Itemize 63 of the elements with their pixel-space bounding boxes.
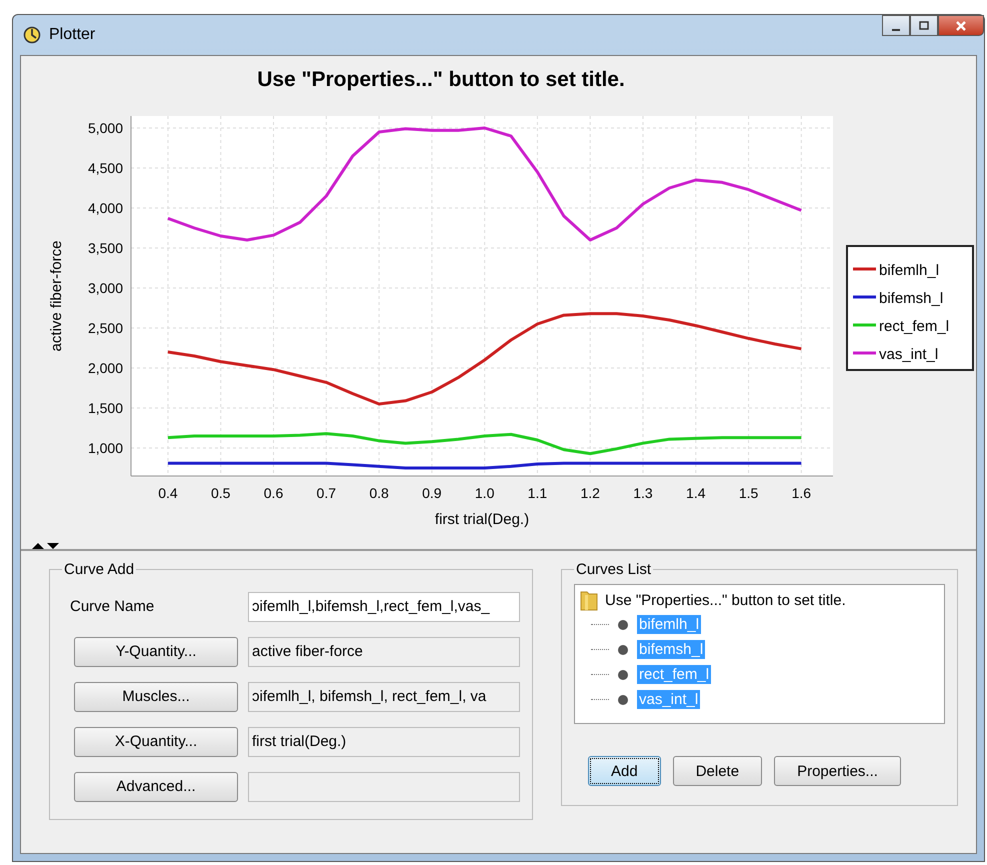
bullet-icon — [617, 644, 629, 656]
y-tick-label: 5,000 — [88, 120, 123, 136]
maximize-icon — [918, 20, 930, 30]
x-tick-label: 0.9 — [422, 485, 442, 501]
group-title: Curve Add — [63, 561, 136, 578]
x-tick-label: 0.7 — [316, 485, 336, 501]
window-title: Plotter — [49, 26, 96, 44]
value-field[interactable]: first trial(Deg.) — [248, 726, 520, 756]
y-tick-label: 4,000 — [88, 200, 123, 216]
curve-name-field[interactable]: ɔifemlh_l,bifemsh_l,rect_fem_l,vas_ — [248, 592, 520, 622]
legend-label: bifemlh_l — [879, 262, 940, 279]
close-icon — [954, 20, 968, 32]
x-tick-label: 0.5 — [211, 485, 230, 501]
x-axis-label: first trial(Deg.) — [434, 511, 530, 528]
folder-icon — [579, 589, 599, 611]
legend-swatch — [853, 296, 876, 298]
x-tick-label: 1.1 — [528, 485, 548, 501]
action-button[interactable]: Add — [588, 756, 661, 786]
value-field[interactable]: active fiber-force — [248, 636, 520, 666]
group-title: Curves List — [575, 561, 652, 578]
legend-swatch — [853, 268, 876, 270]
x-tick-label: 1.4 — [686, 485, 706, 501]
y-tick-label: 3,000 — [88, 280, 123, 296]
x-tick-label: 1.5 — [738, 485, 758, 501]
x-tick-label: 0.6 — [264, 485, 284, 501]
y-tick-label: 1,500 — [88, 400, 123, 416]
tree-root-label[interactable]: Use "Properties..." button to set title. — [605, 592, 846, 608]
y-tick-label: 2,500 — [88, 320, 123, 336]
bullet-icon — [617, 694, 629, 706]
minimize-button[interactable] — [882, 15, 910, 36]
y-tick-label: 4,500 — [88, 160, 123, 176]
legend-label: rect_fem_l — [879, 318, 950, 335]
action-button[interactable]: Delete — [672, 756, 762, 786]
x-tick-label: 0.4 — [158, 485, 178, 501]
quantity-button[interactable]: Y-Quantity... — [74, 636, 238, 666]
field-label: Curve Name — [69, 598, 156, 615]
x-tick-label: 0.8 — [369, 485, 389, 501]
quantity-button[interactable]: Muscles... — [74, 682, 238, 712]
bullet-icon — [617, 618, 629, 630]
y-tick-label: 2,000 — [88, 360, 123, 376]
legend-label: vas_int_l — [879, 346, 938, 363]
maximize-button[interactable] — [910, 15, 938, 36]
legend-swatch — [853, 352, 876, 354]
app-icon — [23, 26, 41, 44]
bullet-icon — [617, 668, 629, 680]
x-tick-label: 1.2 — [580, 485, 600, 501]
chart-title: Use "Properties..." button to set title. — [257, 68, 625, 91]
x-tick-label: 1.3 — [633, 485, 653, 501]
split-arrows-icon[interactable] — [31, 541, 61, 549]
legend-label: bifemsh_l — [879, 290, 944, 307]
minimize-icon — [892, 28, 900, 30]
action-button[interactable]: Properties... — [774, 756, 901, 786]
y-tick-label: 1,000 — [88, 440, 123, 456]
x-tick-label: 1.6 — [792, 485, 812, 501]
y-tick-label: 3,500 — [88, 240, 123, 256]
value-field[interactable] — [248, 772, 520, 802]
quantity-button[interactable]: X-Quantity... — [74, 726, 238, 756]
quantity-button[interactable]: Advanced... — [74, 772, 238, 802]
legend-swatch — [853, 324, 876, 326]
value-field[interactable]: ɔifemlh_l, bifemsh_l, rect_fem_l, va — [248, 682, 520, 712]
x-tick-label: 1.0 — [474, 485, 494, 501]
y-axis-label: active fiber-force — [48, 240, 65, 352]
close-button[interactable] — [938, 15, 984, 36]
